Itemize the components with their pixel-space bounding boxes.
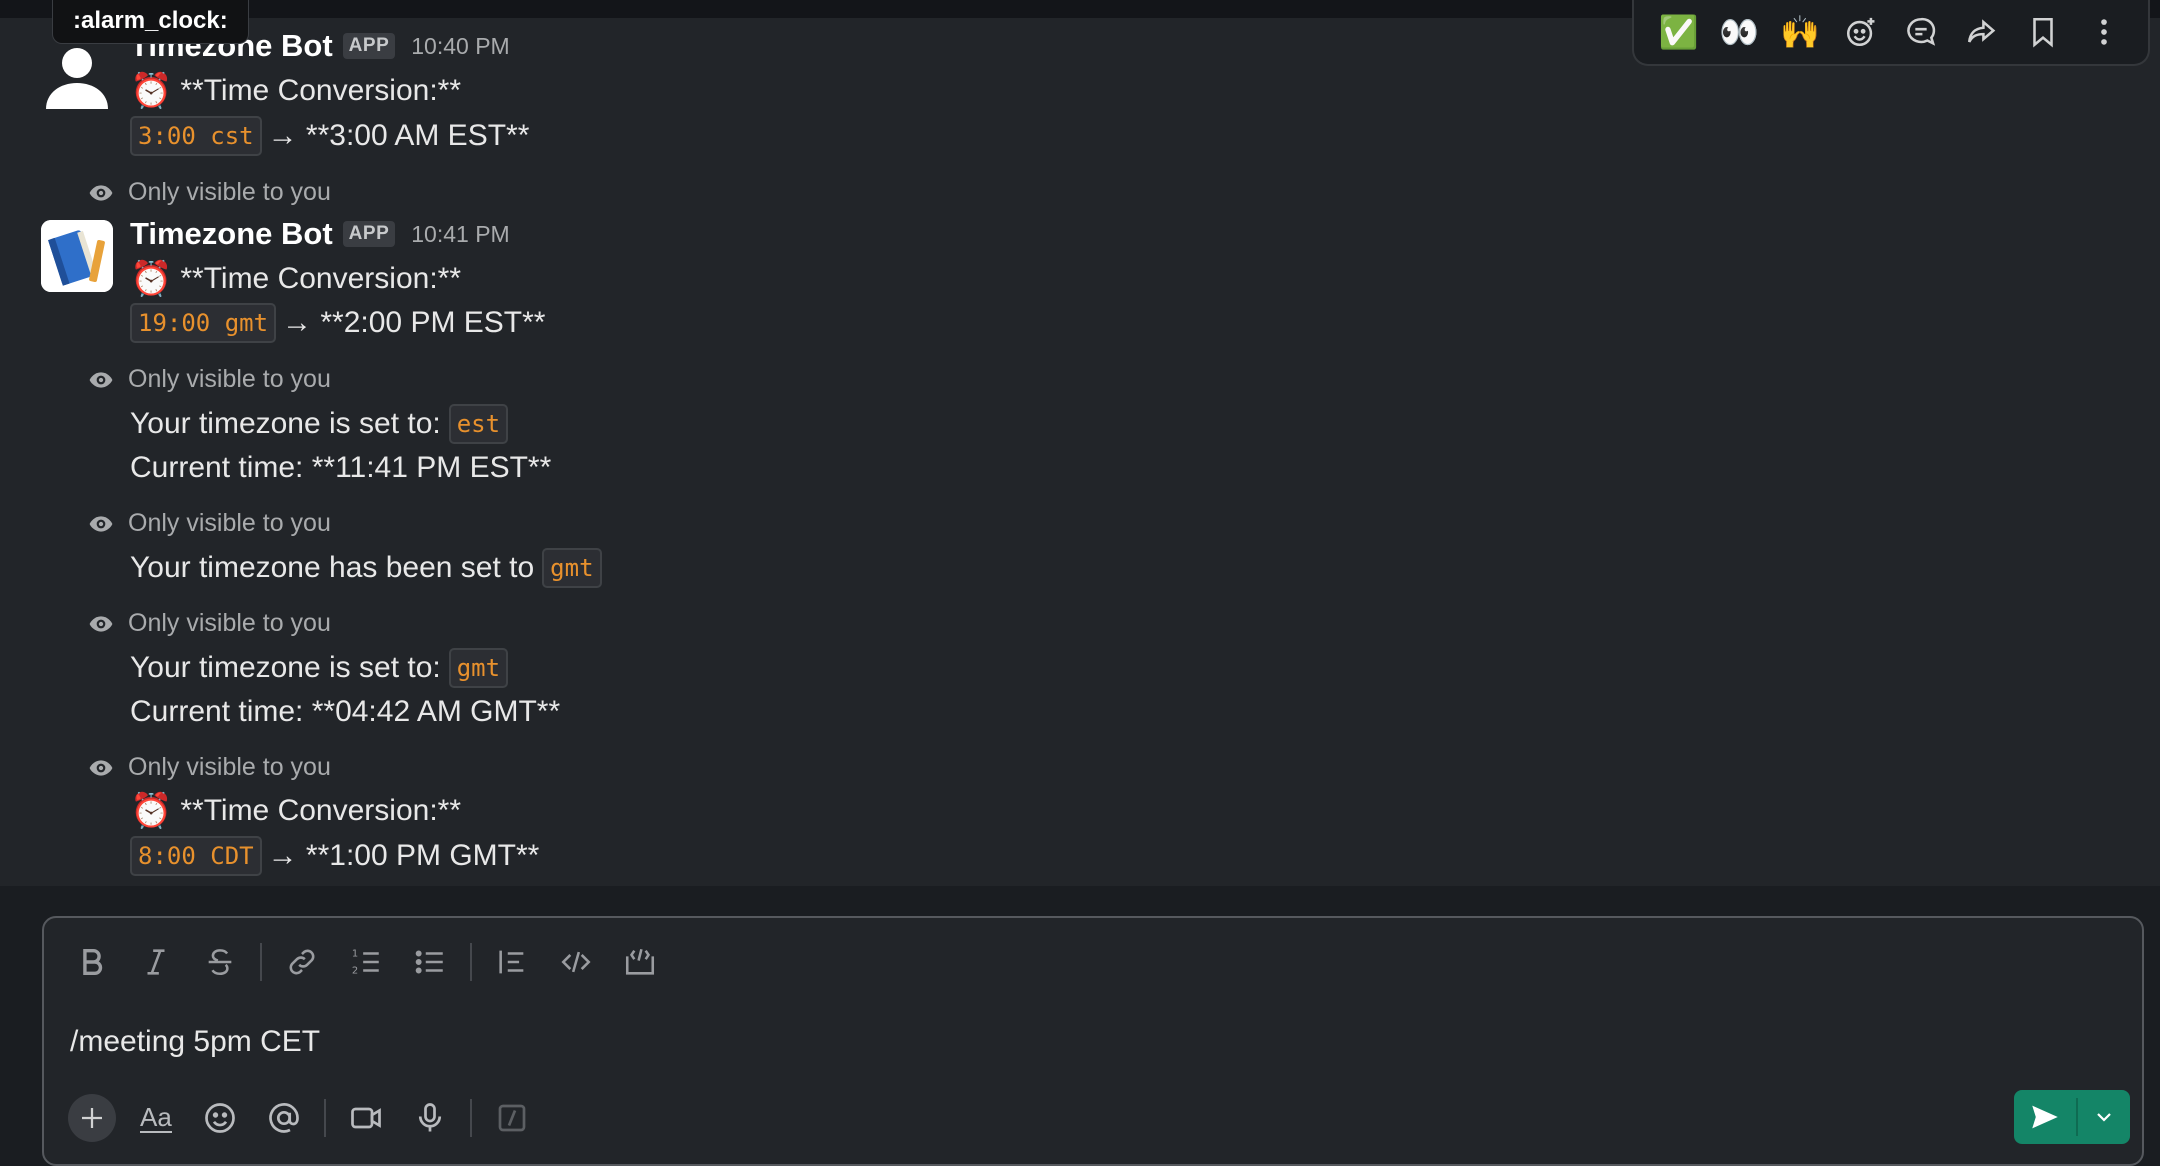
- link-button[interactable]: [270, 938, 334, 986]
- inline-code: gmt: [448, 648, 509, 688]
- inline-code: gmt: [542, 548, 602, 588]
- react-raised-hands-button[interactable]: 🙌: [1775, 7, 1825, 57]
- visibility-text: Only visible to you: [128, 509, 331, 537]
- mention-button[interactable]: [252, 1090, 316, 1146]
- code-button[interactable]: [544, 938, 608, 986]
- visibility-note: Only visible to you: [88, 509, 331, 538]
- app-badge: APP: [342, 33, 396, 59]
- message-line: 3:00 cst → **3:00 AM EST**: [130, 115, 529, 157]
- message-text: Your timezone has been set to: [130, 551, 535, 584]
- add-reaction-icon[interactable]: [1836, 7, 1886, 57]
- svg-text:1: 1: [352, 948, 358, 959]
- eye-icon: [89, 184, 113, 201]
- bulleted-list-button[interactable]: [398, 938, 462, 986]
- visibility-text: Only visible to you: [128, 753, 331, 781]
- message-text: → **2:00 PM EST**: [282, 306, 546, 339]
- svg-text:Aa: Aa: [140, 1102, 172, 1132]
- message-text: **Time Conversion:**: [180, 794, 462, 827]
- emoji-picker-button[interactable]: [188, 1090, 252, 1146]
- bookmark-icon[interactable]: [2018, 7, 2068, 57]
- message-line: Your timezone has been set to gmt: [130, 547, 608, 589]
- message-line: ⏰ **Time Conversion:**: [130, 70, 461, 112]
- react-check-button[interactable]: ✅: [1653, 7, 1703, 57]
- alarm-clock-icon: ⏰: [130, 792, 173, 830]
- visibility-text: Only visible to you: [128, 178, 331, 206]
- message-text: Current time: **04:42 AM GMT**: [130, 695, 561, 728]
- eye-icon: [89, 515, 113, 532]
- visibility-note: Only visible to you: [88, 753, 331, 782]
- message-input[interactable]: [70, 1012, 1970, 1072]
- italic-button[interactable]: [124, 938, 188, 986]
- alarm-clock-icon: ⏰: [130, 72, 173, 110]
- toolbar-divider: [470, 943, 472, 981]
- inline-code: est: [448, 404, 509, 444]
- message-text: Current time: **11:41 PM EST**: [130, 451, 552, 484]
- visibility-text: Only visible to you: [128, 365, 331, 393]
- message-line: Your timezone is set to: est: [130, 403, 514, 445]
- message-line: Your timezone is set to: gmt: [130, 647, 514, 689]
- schedule-send-dropdown[interactable]: [2078, 1090, 2130, 1144]
- visibility-text: Only visible to you: [128, 609, 331, 637]
- chevron-down-icon: [2097, 1113, 2111, 1122]
- app-badge: APP: [342, 221, 396, 247]
- timestamp[interactable]: 10:41 PM: [411, 221, 509, 248]
- avatar[interactable]: [41, 220, 113, 292]
- message-line: ⏰ **Time Conversion:**: [130, 790, 461, 832]
- eye-icon: [89, 371, 113, 388]
- react-eyes-button[interactable]: 👀: [1714, 7, 1764, 57]
- send-button[interactable]: [2014, 1090, 2076, 1144]
- message-actions-bar: ✅ 👀 🙌: [1632, 0, 2150, 66]
- strikethrough-button[interactable]: [188, 938, 252, 986]
- blockquote-button[interactable]: [480, 938, 544, 986]
- toolbar-divider: [324, 1099, 326, 1137]
- reply-thread-icon[interactable]: [1896, 7, 1946, 57]
- inline-code: 19:00 gmt: [130, 303, 277, 343]
- visibility-note: Only visible to you: [88, 178, 331, 207]
- formatting-toolbar: 12: [60, 938, 672, 986]
- text-formatting-toggle[interactable]: Aa: [124, 1090, 188, 1146]
- toolbar-divider: [260, 943, 262, 981]
- forward-icon[interactable]: [1957, 7, 2007, 57]
- slash-command-button[interactable]: [480, 1090, 544, 1146]
- bold-button[interactable]: [60, 938, 124, 986]
- ordered-list-button[interactable]: 12: [334, 938, 398, 986]
- message-composer: 12 Aa: [42, 916, 2144, 1166]
- inline-code: 3:00 cst: [130, 116, 262, 156]
- message-text: Your timezone is set to:: [130, 651, 441, 684]
- message-text: Your timezone is set to:: [130, 407, 441, 440]
- message-text: → **3:00 AM EST**: [267, 119, 530, 152]
- message-line: Current time: **11:41 PM EST**: [130, 447, 551, 489]
- code-block-button[interactable]: [608, 938, 672, 986]
- message-text: **Time Conversion:**: [180, 262, 462, 295]
- eye-icon: [89, 759, 113, 776]
- eye-icon: [89, 615, 113, 632]
- message-line: 8:00 CDT → **1:00 PM GMT**: [130, 835, 539, 877]
- message-line: ⏰ **Time Conversion:**: [130, 258, 461, 300]
- more-actions-icon[interactable]: [2079, 7, 2129, 57]
- message-text: **Time Conversion:**: [180, 74, 462, 107]
- video-clip-button[interactable]: [334, 1090, 398, 1146]
- alarm-clock-icon: ⏰: [130, 260, 173, 298]
- inline-code: 8:00 CDT: [130, 836, 262, 876]
- add-attachment-button[interactable]: [68, 1094, 116, 1142]
- message-line: 19:00 gmt → **2:00 PM EST**: [130, 302, 545, 344]
- message-text: → **1:00 PM GMT**: [267, 839, 540, 872]
- sender-name[interactable]: Timezone Bot: [130, 216, 333, 252]
- visibility-note: Only visible to you: [88, 609, 331, 638]
- toolbar-divider: [470, 1099, 472, 1137]
- visibility-note: Only visible to you: [88, 365, 331, 394]
- message-header: Timezone Bot APP 10:41 PM: [130, 216, 510, 252]
- emoji-tooltip: :alarm_clock:: [52, 0, 249, 44]
- svg-text:2: 2: [352, 965, 358, 976]
- timestamp[interactable]: 10:40 PM: [411, 33, 509, 60]
- message-line: Current time: **04:42 AM GMT**: [130, 691, 560, 733]
- audio-clip-button[interactable]: [398, 1090, 462, 1146]
- send-controls: [2014, 1090, 2130, 1144]
- avatar[interactable]: [41, 41, 113, 113]
- composer-actions: Aa: [60, 1090, 544, 1146]
